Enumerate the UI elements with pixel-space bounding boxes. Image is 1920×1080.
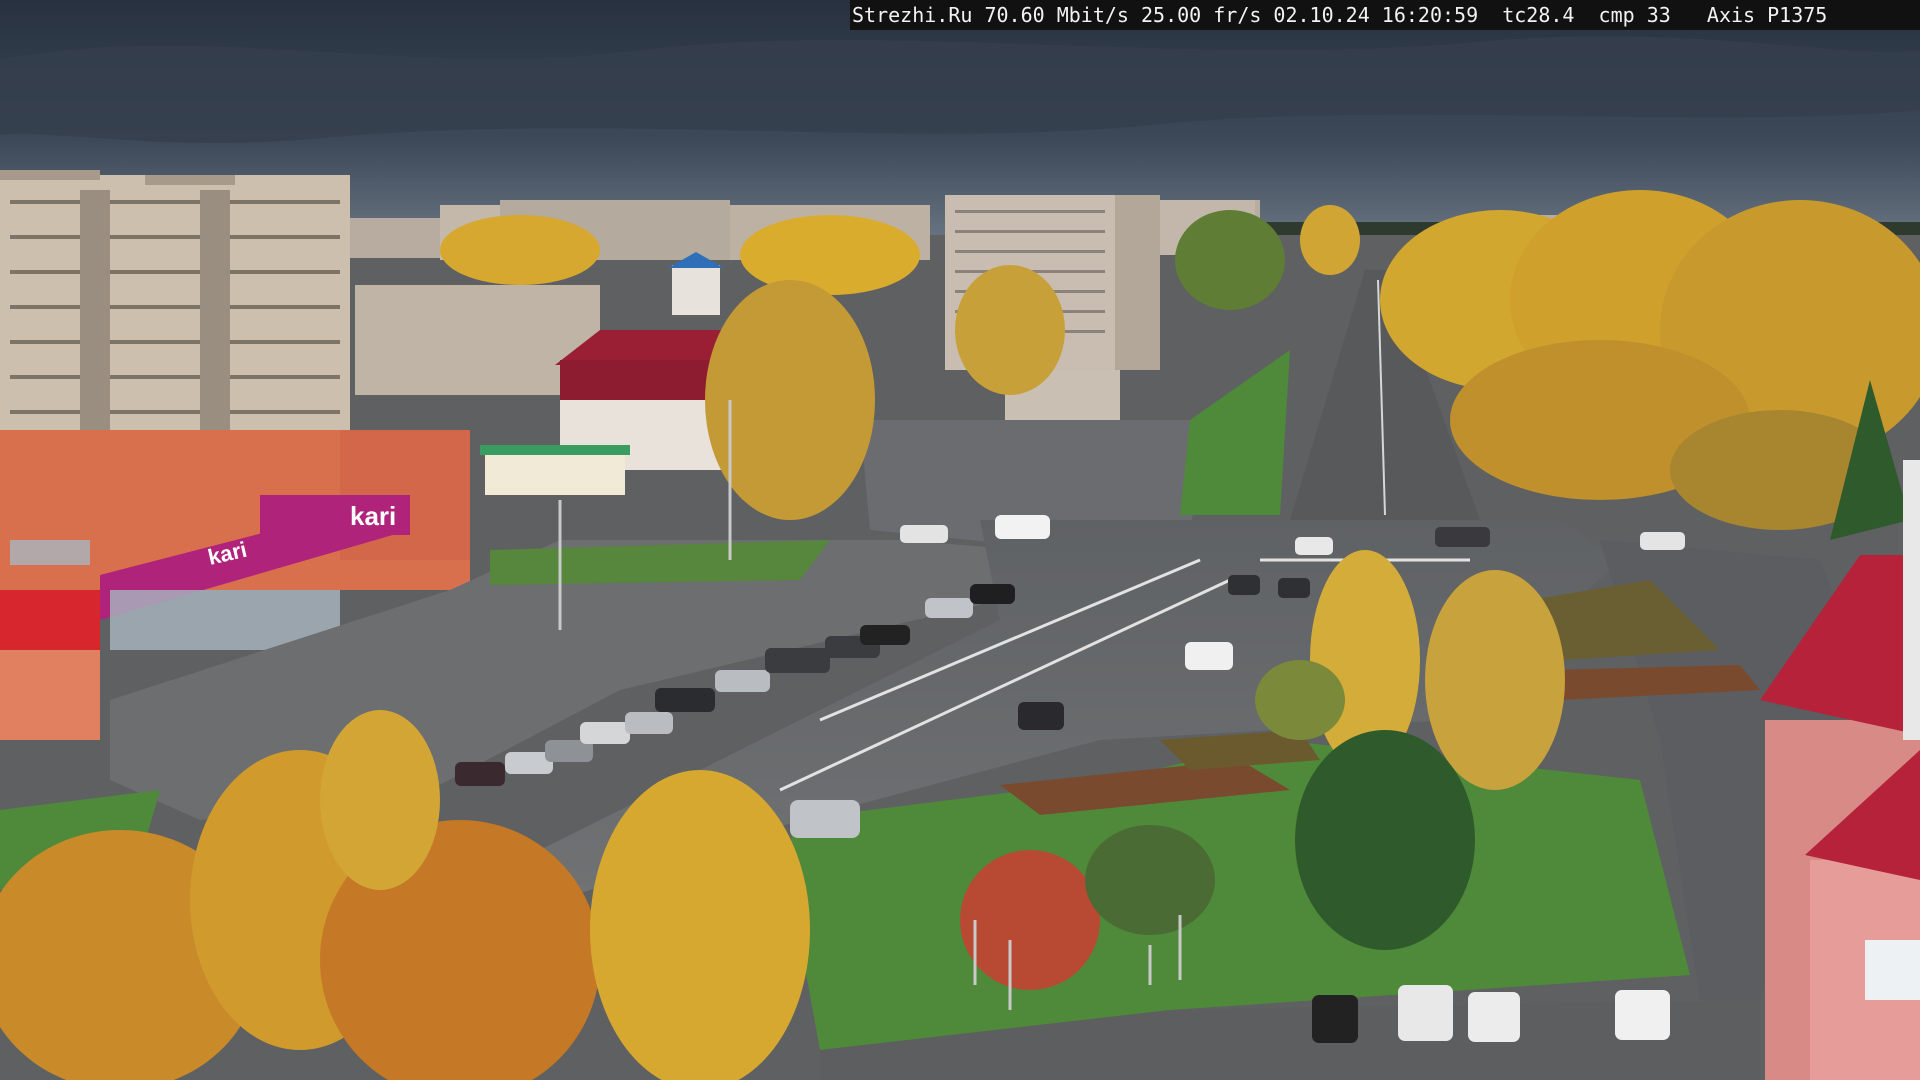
webcam-scene: kari kari xyxy=(0,0,1920,1080)
green-kiosk-roof xyxy=(480,445,630,455)
store-logo: kari xyxy=(350,501,396,531)
green-kiosk xyxy=(485,450,625,495)
camera-info-overlay: Strezhi.Ru 70.60 Mbit/s 25.00 fr/s 02.10… xyxy=(850,0,1920,30)
